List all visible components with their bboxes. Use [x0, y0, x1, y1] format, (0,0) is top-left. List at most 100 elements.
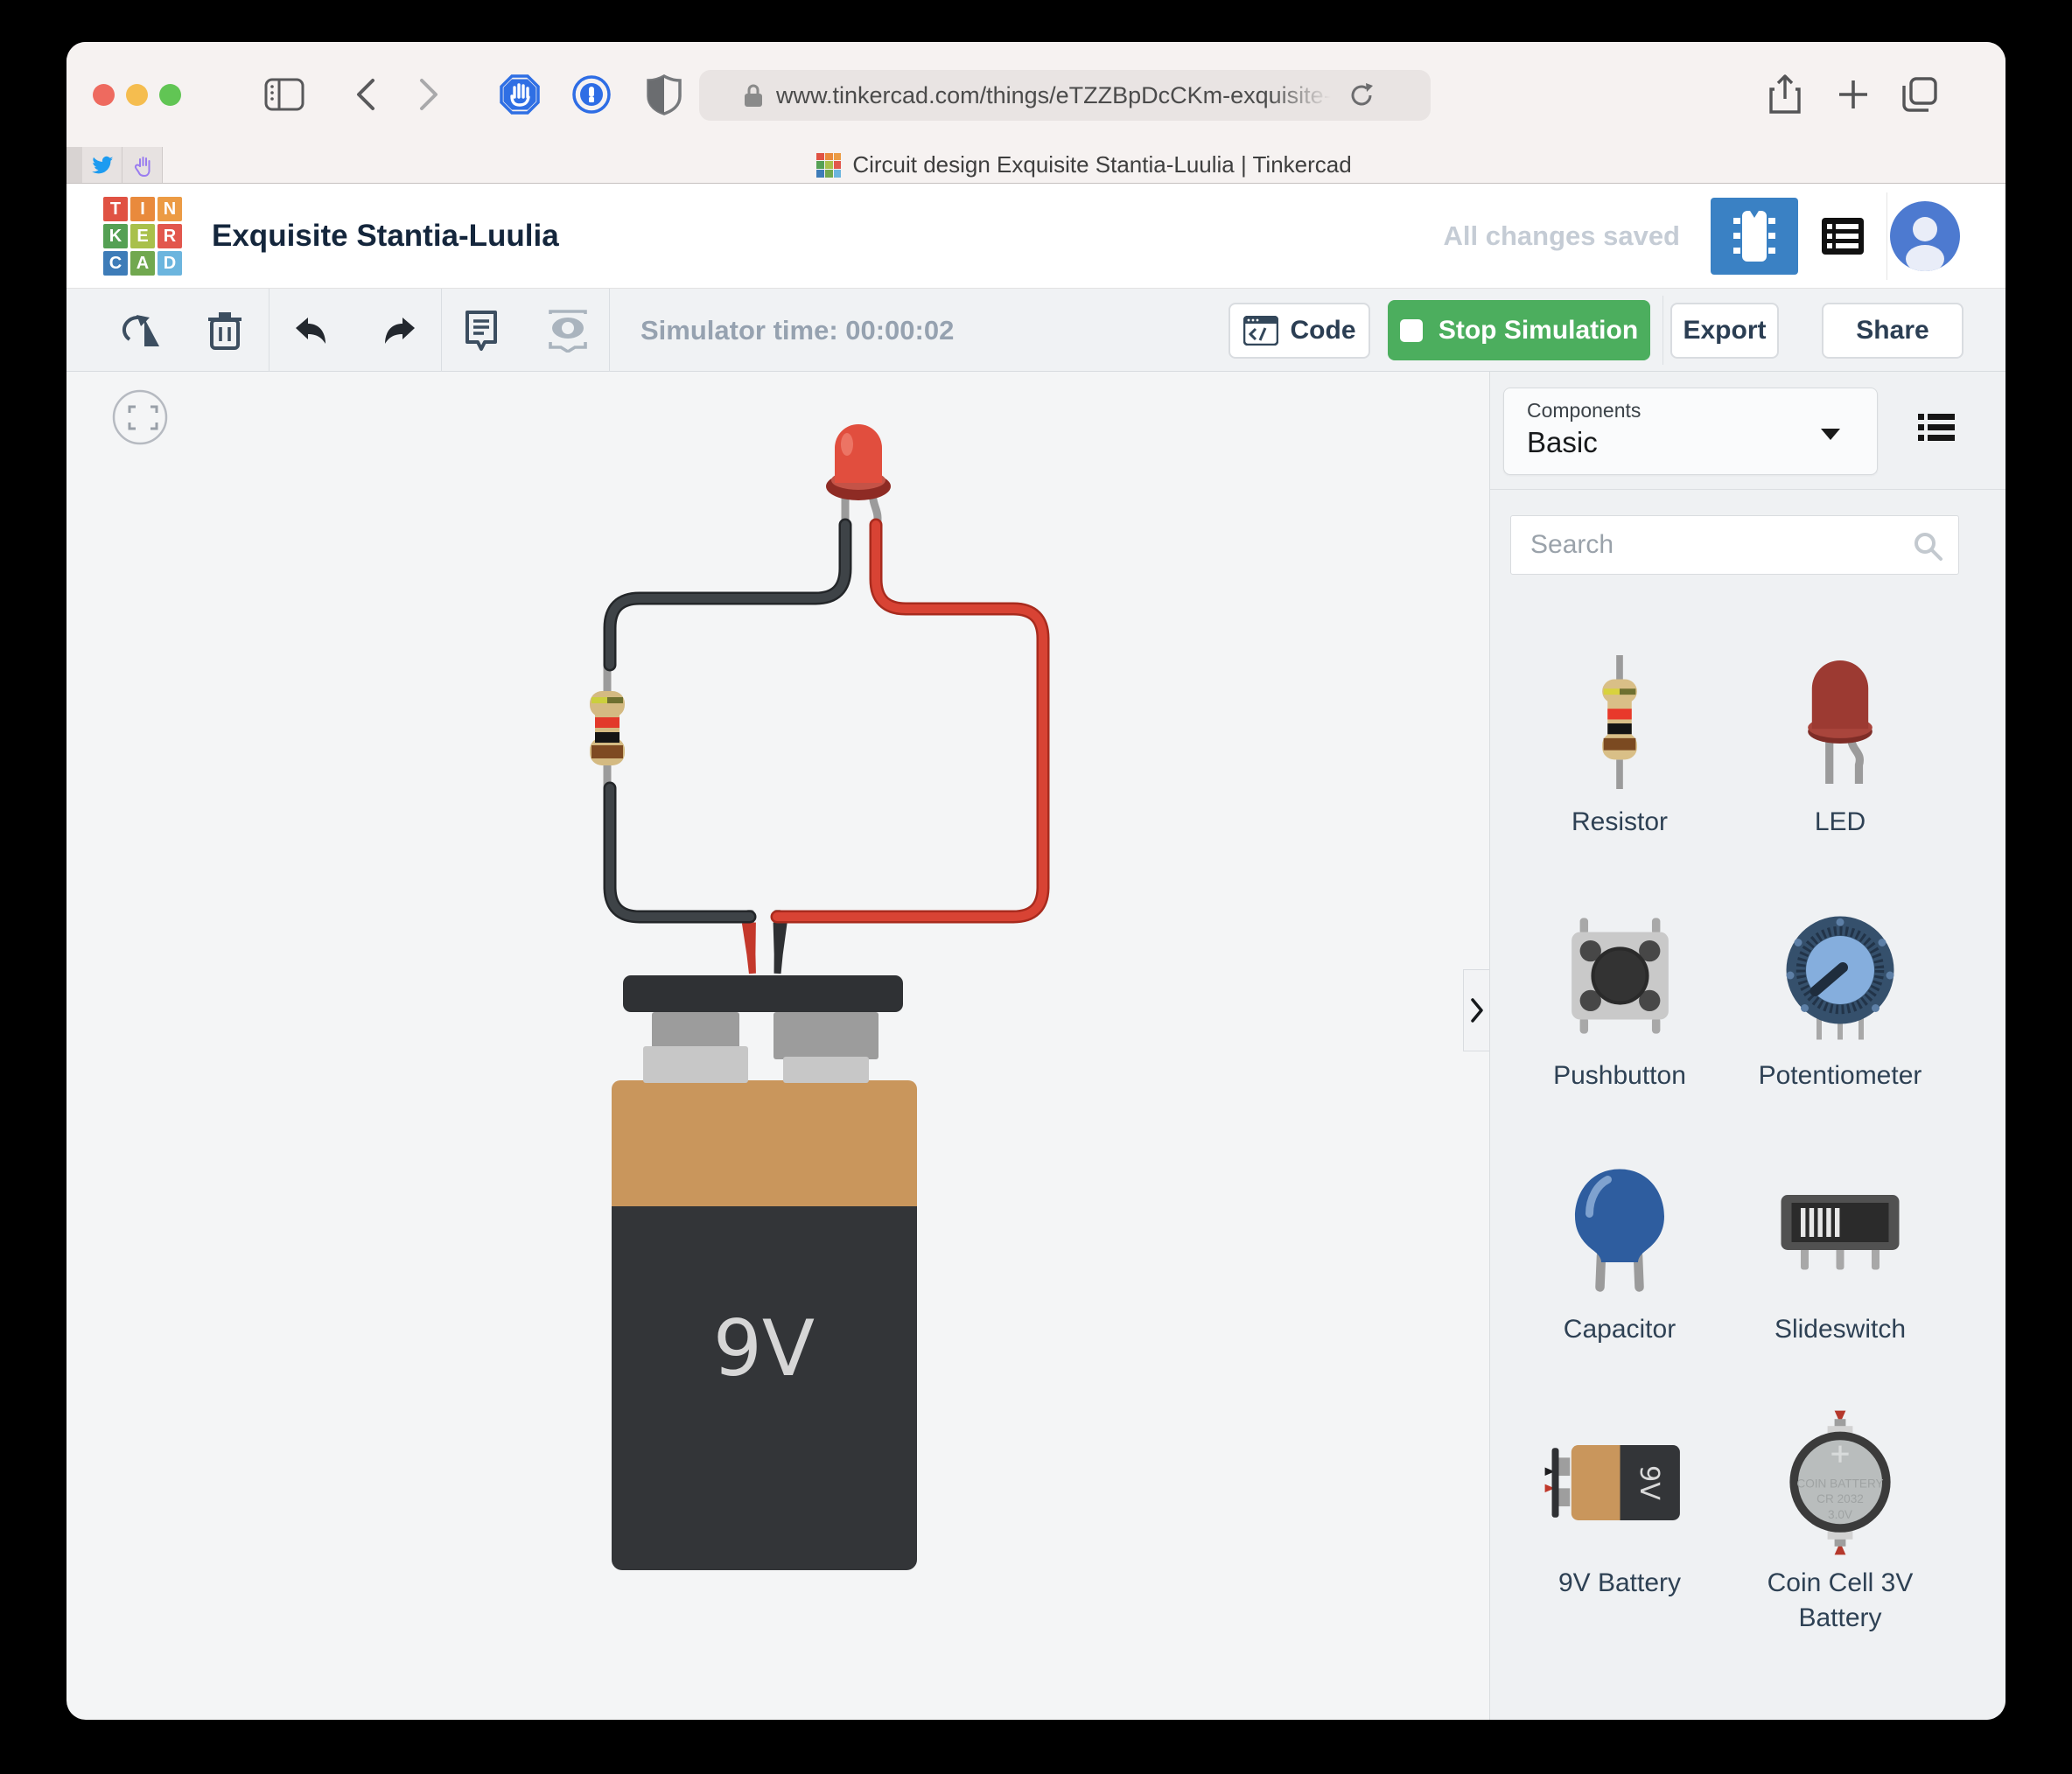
pinned-tab-hand-app[interactable]	[122, 147, 163, 183]
palette-item-pushbutton[interactable]: Pushbutton	[1509, 892, 1730, 1146]
palette-item-label: LED	[1814, 807, 1866, 836]
browser-window: www.tinkercad.com/things/eTZZBpDcCKm-exq…	[66, 42, 2006, 1720]
sidebar-collapse-handle[interactable]	[1463, 969, 1490, 1051]
search-input[interactable]	[1511, 516, 1958, 574]
circuit-canvas[interactable]: 9V	[66, 372, 1489, 1720]
components-label: Components	[1527, 399, 1642, 422]
palette-item-9v-battery[interactable]: 9V 9V Battery	[1509, 1400, 1730, 1653]
palette-item-label: Slideswitch	[1774, 1315, 1907, 1344]
component-palette: Resistor LED Pushbutton Potentiometer Ca…	[1490, 575, 2006, 1653]
coin-cell-text-line1: COIN BATTERY	[1796, 1477, 1883, 1491]
twitter-icon	[91, 156, 113, 173]
component-list-toggle[interactable]	[1918, 412, 1955, 448]
hand-icon	[134, 156, 150, 177]
visibility-button[interactable]	[546, 289, 590, 372]
chip-icon	[1733, 211, 1775, 262]
close-window-button[interactable]	[93, 84, 115, 106]
editor-toolbar: Simulator time: 00:00:02 Code Stop Simul…	[66, 289, 2006, 372]
led-icon	[1808, 660, 1872, 784]
palette-item-label: Capacitor	[1563, 1315, 1676, 1344]
annotations-button[interactable]	[462, 289, 500, 372]
capacitor-icon	[1575, 1169, 1664, 1292]
privacy-shield-extension-icon[interactable]	[646, 42, 682, 147]
forward-button[interactable]	[418, 42, 439, 147]
content-blocker-extension-icon[interactable]	[499, 42, 541, 147]
code-button-label: Code	[1290, 316, 1356, 345]
tab-bar: Circuit design Exquisite Stantia-Luulia …	[66, 147, 2006, 184]
redo-button[interactable]	[380, 289, 420, 372]
traffic-lights	[93, 84, 181, 106]
palette-item-slideswitch[interactable]: Slideswitch	[1730, 1146, 1950, 1400]
battery-icon-label: 9V	[1633, 1465, 1663, 1500]
share-button-label: Share	[1856, 316, 1929, 345]
palette-item-label: Potentiometer	[1758, 1061, 1922, 1090]
potentiometer-icon	[1786, 916, 1894, 1040]
rotate-button[interactable]	[121, 289, 164, 372]
palette-item-resistor[interactable]: Resistor	[1509, 639, 1730, 892]
sidebar-toggle-icon[interactable]	[264, 42, 304, 147]
palette-item-potentiometer[interactable]: Potentiometer	[1730, 892, 1950, 1146]
component-list-view-button[interactable]	[1802, 198, 1883, 275]
address-bar[interactable]: www.tinkercad.com/things/eTZZBpDcCKm-exq…	[699, 70, 1431, 121]
zoom-to-fit-button[interactable]	[112, 389, 168, 445]
tinkercad-logo[interactable]: T I N K E R C A D	[103, 197, 182, 276]
stop-icon	[1399, 318, 1423, 342]
reload-icon[interactable]	[1347, 80, 1376, 110]
toolbar-separator	[269, 289, 270, 372]
palette-item-label: Coin Cell 3V Battery	[1767, 1568, 1914, 1632]
design-title[interactable]: Exquisite Stantia-Luulia	[212, 184, 559, 289]
circuits-view-button[interactable]	[1711, 198, 1798, 275]
stop-simulation-button[interactable]: Stop Simulation	[1388, 300, 1650, 360]
battery-9v[interactable]: 9V	[612, 975, 917, 1570]
share-button[interactable]: Share	[1822, 303, 1964, 359]
pinned-tab-twitter[interactable]	[82, 147, 122, 183]
sidebar-header: Components Basic	[1490, 372, 2006, 490]
component-leads	[603, 489, 882, 792]
list-view-icon	[1822, 218, 1864, 255]
wire-red-led-to-battery	[770, 518, 1050, 924]
minimize-window-button[interactable]	[126, 84, 148, 106]
resistor-icon	[1602, 654, 1637, 789]
palette-item-label: Resistor	[1571, 807, 1669, 836]
tab-overview-icon[interactable]	[1900, 42, 1939, 147]
palette-item-label: 9V Battery	[1558, 1568, 1682, 1597]
components-sidebar: Components Basic Search Resistor LED Pus…	[1489, 372, 2006, 1720]
url-text: www.tinkercad.com/things/eTZZBpDcCKm-exq…	[776, 81, 1336, 108]
new-tab-icon[interactable]	[1836, 42, 1871, 147]
wires[interactable]	[603, 518, 1050, 924]
user-avatar[interactable]	[1890, 201, 1960, 271]
components-category-dropdown[interactable]: Components Basic	[1503, 388, 1878, 475]
pushbutton-icon	[1571, 917, 1669, 1034]
tinkercad-favicon	[816, 152, 842, 178]
stop-button-label: Stop Simulation	[1438, 315, 1639, 345]
led[interactable]	[826, 424, 891, 500]
back-button[interactable]	[355, 42, 376, 147]
toolbar-separator	[441, 289, 442, 372]
chevron-down-icon	[1821, 429, 1840, 440]
battery-9v-icon: 9V	[1544, 1445, 1680, 1520]
share-icon[interactable]	[1768, 42, 1802, 147]
simulator-time: Simulator time: 00:00:02	[640, 315, 955, 346]
zoom-window-button[interactable]	[159, 84, 181, 106]
export-button[interactable]: Export	[1670, 303, 1779, 359]
tab-title: Circuit design Exquisite Stantia-Luulia …	[852, 151, 1352, 178]
lock-icon	[745, 84, 762, 107]
main-area: 9V Components Basic Search Resistor LED …	[66, 372, 2006, 1720]
tinkercad-header: T I N K E R C A D Exquisite Stantia-Luul…	[66, 184, 2006, 289]
tab-bar-margin	[66, 147, 82, 183]
active-tab[interactable]: Circuit design Exquisite Stantia-Luulia …	[163, 147, 2006, 183]
resistor[interactable]	[590, 691, 625, 765]
palette-item-led[interactable]: LED	[1730, 639, 1950, 892]
person-icon	[1906, 217, 1944, 271]
browser-toolbar: www.tinkercad.com/things/eTZZBpDcCKm-exq…	[66, 42, 2006, 147]
password-manager-extension-icon[interactable]	[570, 42, 612, 147]
code-icon	[1242, 316, 1278, 346]
coin-cell-icon: COIN BATTERY CR 2032 3.0V	[1789, 1410, 1891, 1555]
delete-button[interactable]	[206, 289, 243, 372]
toolbar-separator	[609, 289, 610, 372]
save-status: All changes saved	[1443, 220, 1680, 251]
palette-item-capacitor[interactable]: Capacitor	[1509, 1146, 1730, 1400]
code-button[interactable]: Code	[1228, 303, 1370, 359]
undo-button[interactable]	[290, 289, 331, 372]
palette-item-coin-cell[interactable]: COIN BATTERY CR 2032 3.0V Coin Cell 3V B…	[1730, 1400, 1950, 1653]
